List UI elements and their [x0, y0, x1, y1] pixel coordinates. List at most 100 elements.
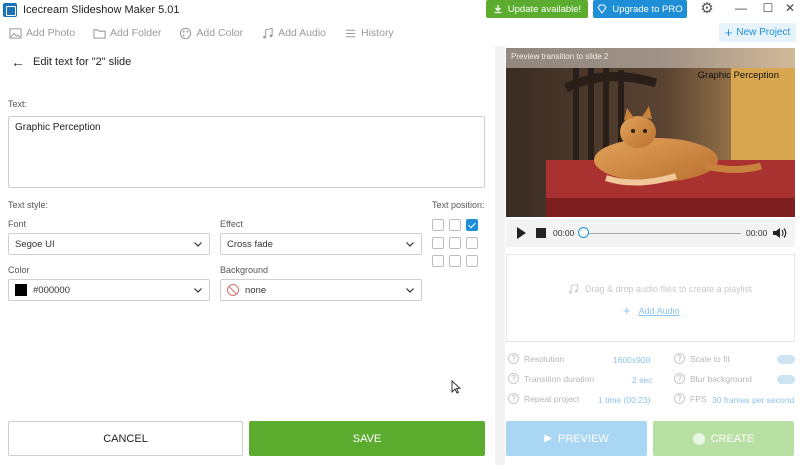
add-audio-label: Add Audio	[278, 27, 327, 39]
add-color-label: Add Color	[196, 27, 244, 39]
position-top-left[interactable]	[432, 219, 444, 231]
effect-select[interactable]: Cross fade	[220, 233, 422, 255]
play-icon[interactable]	[517, 227, 526, 239]
update-available-button[interactable]: Update available!	[486, 0, 588, 18]
position-top-center[interactable]	[449, 219, 461, 231]
palette-icon	[180, 27, 192, 39]
stop-icon[interactable]	[536, 228, 546, 238]
background-select[interactable]: none	[220, 279, 422, 301]
create-icon	[692, 432, 705, 445]
help-icon[interactable]: ?	[508, 393, 519, 404]
pro-label: Upgrade to PRO	[612, 3, 683, 15]
color-swatch	[15, 284, 27, 296]
position-middle-center[interactable]	[449, 237, 461, 249]
create-button[interactable]: CREATE	[653, 421, 794, 456]
add-color-button[interactable]: Add Color	[179, 27, 243, 40]
position-top-right[interactable]	[466, 219, 478, 231]
blur-toggle[interactable]	[777, 375, 795, 384]
cancel-button[interactable]: CANCEL	[8, 421, 243, 456]
repeat-label: Repeat project	[524, 393, 580, 404]
preview-label: PREVIEW	[557, 432, 609, 445]
image-icon	[9, 27, 22, 39]
back-button[interactable]: ← Edit text for "2" slide	[11, 55, 131, 69]
repeat-value[interactable]: 1 time (00:23)	[598, 395, 650, 405]
transition-setting: ? Transition duration	[508, 373, 594, 384]
save-button[interactable]: SAVE	[249, 421, 485, 456]
text-position-label: Text position:	[432, 200, 485, 210]
transition-value[interactable]: 2 sec	[632, 375, 652, 385]
slide-text-input[interactable]: Graphic Perception	[8, 116, 485, 188]
arrow-left-icon: ←	[11, 54, 25, 70]
add-folder-button[interactable]: Add Folder	[93, 27, 161, 40]
resolution-setting: ? Resolution	[508, 353, 564, 364]
new-project-label: New Project	[736, 27, 791, 38]
slide-preview: Preview transition to slide 2 Graphic Pe…	[506, 48, 795, 217]
drop-hint: Drag & drop audio files to create a play…	[567, 283, 752, 295]
resolution-value[interactable]: 1600x900	[613, 355, 650, 365]
color-value: #000000	[33, 284, 70, 296]
help-icon[interactable]: ?	[674, 373, 685, 384]
add-audio-button[interactable]: Add Audio	[261, 27, 326, 40]
help-icon[interactable]: ?	[508, 373, 519, 384]
seek-track[interactable]	[583, 233, 741, 234]
time-total: 00:00	[746, 228, 768, 238]
upgrade-pro-button[interactable]: Upgrade to PRO	[593, 0, 687, 18]
position-bottom-center[interactable]	[449, 255, 461, 267]
resolution-label: Resolution	[524, 353, 565, 364]
fps-value[interactable]: 30 frames per second	[712, 395, 794, 405]
app-title: Icecream Slideshow Maker 5.01	[23, 4, 180, 16]
settings-gear-icon[interactable]: ⚙	[699, 1, 715, 17]
preview-overlay-text: Graphic Perception	[697, 70, 779, 81]
app-logo-icon	[3, 3, 17, 17]
update-label: Update available!	[507, 3, 582, 15]
toolbar: Add Photo Add Folder Add Color Add Audio…	[0, 22, 800, 44]
list-icon	[345, 29, 356, 37]
help-icon[interactable]: ?	[674, 393, 685, 404]
history-button[interactable]: History	[344, 27, 394, 40]
add-audio-link[interactable]: + Add Audio	[623, 303, 680, 318]
effect-label: Effect	[220, 219, 243, 229]
preview-button[interactable]: ▶ PREVIEW	[506, 421, 647, 456]
new-project-button[interactable]: + New Project	[719, 23, 796, 42]
download-icon	[494, 5, 502, 14]
folder-icon	[93, 28, 106, 39]
plus-icon: +	[724, 24, 733, 40]
music-icon	[568, 283, 578, 294]
position-middle-left[interactable]	[432, 237, 444, 249]
color-select[interactable]: #000000	[8, 279, 210, 301]
maximize-button[interactable]: ☐	[757, 0, 779, 18]
blur-label: Blur background	[690, 373, 752, 384]
seek-knob[interactable]	[578, 227, 589, 238]
audio-drop-zone[interactable]: Drag & drop audio files to create a play…	[506, 254, 795, 342]
history-label: History	[361, 27, 394, 39]
chevron-down-icon	[194, 288, 202, 293]
font-select[interactable]: Segoe UI	[8, 233, 210, 255]
font-label: Font	[8, 219, 27, 229]
mouse-cursor-icon	[451, 380, 461, 394]
close-button[interactable]: ✕	[779, 0, 800, 18]
no-color-icon	[227, 284, 239, 296]
text-position-grid	[432, 219, 482, 267]
scale-label: Scale to fit	[690, 353, 730, 364]
diamond-icon	[597, 4, 608, 14]
fps-label: FPS	[690, 393, 707, 404]
preview-caption: Preview transition to slide 2	[511, 52, 609, 61]
position-bottom-right[interactable]	[466, 255, 478, 267]
background-label: Background	[220, 265, 269, 275]
position-middle-right[interactable]	[466, 237, 478, 249]
position-bottom-left[interactable]	[432, 255, 444, 267]
help-icon[interactable]: ?	[508, 353, 519, 364]
time-current: 00:00	[553, 228, 575, 238]
editor-header: Edit text for "2" slide	[33, 56, 132, 68]
panel-divider	[495, 46, 505, 465]
blur-setting: ? Blur background	[674, 373, 752, 384]
add-audio-link-label: Add Audio	[638, 305, 680, 316]
minimize-button[interactable]: —	[730, 0, 752, 18]
volume-icon[interactable]	[771, 225, 787, 241]
plus-icon: +	[623, 303, 631, 318]
play-icon: ▶	[544, 433, 552, 444]
help-icon[interactable]: ?	[674, 353, 685, 364]
scale-toggle[interactable]	[777, 355, 795, 364]
add-photo-button[interactable]: Add Photo	[9, 27, 75, 40]
transition-label: Transition duration	[524, 373, 595, 384]
